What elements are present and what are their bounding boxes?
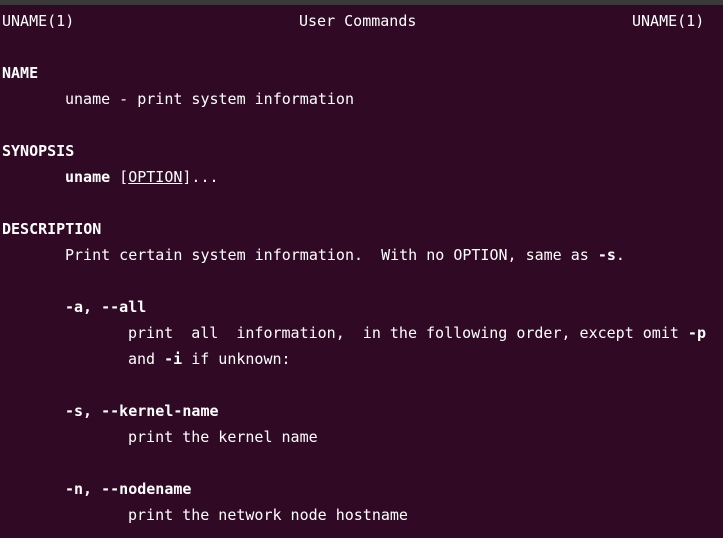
man-header-left: UNAME(1)	[2, 12, 75, 30]
option-flags-all: -a, --all	[65, 298, 147, 316]
name-description: uname - print system information	[65, 90, 354, 108]
option-desc-all-tail: if unknown:	[182, 350, 291, 368]
option-desc-all-and: and	[128, 350, 165, 368]
option-desc-all-line1: print all information, in the following …	[128, 320, 706, 346]
option-desc-nodename: print the network node hostname	[128, 506, 408, 524]
section-heading-description: DESCRIPTION	[2, 220, 102, 238]
synopsis-line: uname [OPTION]...	[65, 164, 219, 190]
option-desc-all-text: print all information, in the following …	[128, 324, 688, 342]
terminal-man-page[interactable]: UNAME(1) User Commands UNAME(1) NAME una…	[0, 5, 723, 538]
option-desc-all-flag-i: -i	[164, 350, 183, 368]
option-desc-all-line2: and -i if unknown:	[128, 346, 291, 372]
description-intro-end: .	[615, 246, 625, 264]
man-header-title: User Commands	[299, 12, 417, 30]
section-heading-name: NAME	[2, 64, 39, 82]
section-heading-synopsis: SYNOPSIS	[2, 142, 75, 160]
man-header-right: UNAME(1)	[632, 12, 705, 30]
synopsis-close: ]...	[182, 168, 219, 186]
option-flags-nodename: -n, --nodename	[65, 480, 192, 498]
synopsis-open-bracket: [	[110, 168, 129, 186]
description-intro-text: Print certain system information. With n…	[65, 246, 598, 264]
description-intro: Print certain system information. With n…	[65, 242, 625, 268]
option-desc-kernel-name: print the kernel name	[128, 428, 318, 446]
option-flags-kernel-name: -s, --kernel-name	[65, 402, 219, 420]
option-desc-all-flag-p: -p	[687, 324, 706, 342]
synopsis-option: OPTION	[128, 168, 183, 186]
description-intro-flag: -s	[597, 246, 616, 264]
synopsis-command: uname	[65, 168, 111, 186]
